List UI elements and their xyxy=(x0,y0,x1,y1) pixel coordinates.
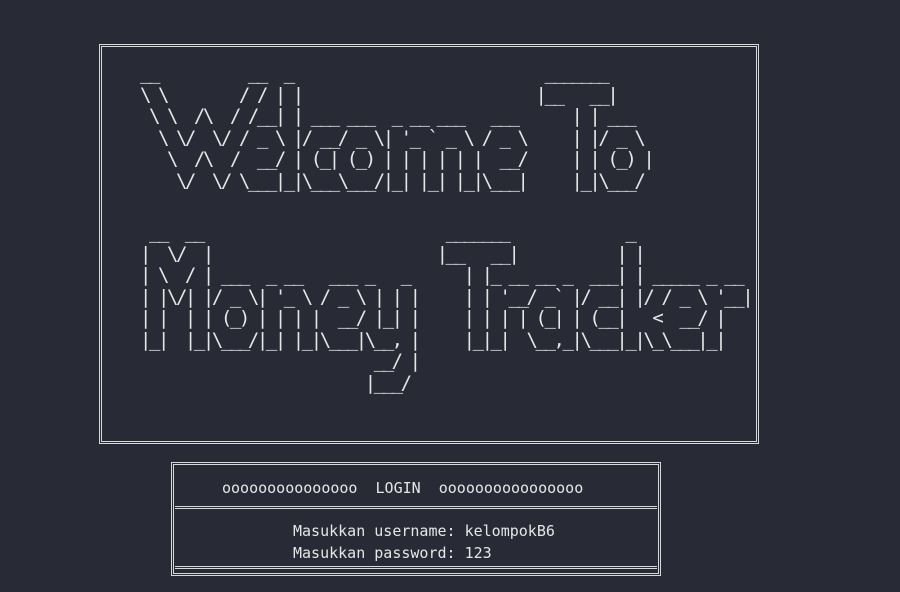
login-header-divider xyxy=(175,506,657,509)
money-tracker-ascii-art: __ __ _______ _ | \/ | |__ __| | | | \ /… xyxy=(139,221,754,394)
login-title: ooooooooooooooo LOGIN oooooooooooooooo xyxy=(222,479,584,497)
login-footer-divider xyxy=(175,566,657,569)
cut-off-status-text: - . - . - . -.- . - . - . - . - . -.- xyxy=(228,585,562,592)
password-prompt[interactable]: Masukkan password: 123 xyxy=(293,544,492,562)
welcome-to-ascii-art: __ __ _ _______ \ \ / / | | |__ __| \ \ … xyxy=(139,62,655,192)
username-prompt[interactable]: Masukkan username: kelompokB6 xyxy=(293,522,555,540)
